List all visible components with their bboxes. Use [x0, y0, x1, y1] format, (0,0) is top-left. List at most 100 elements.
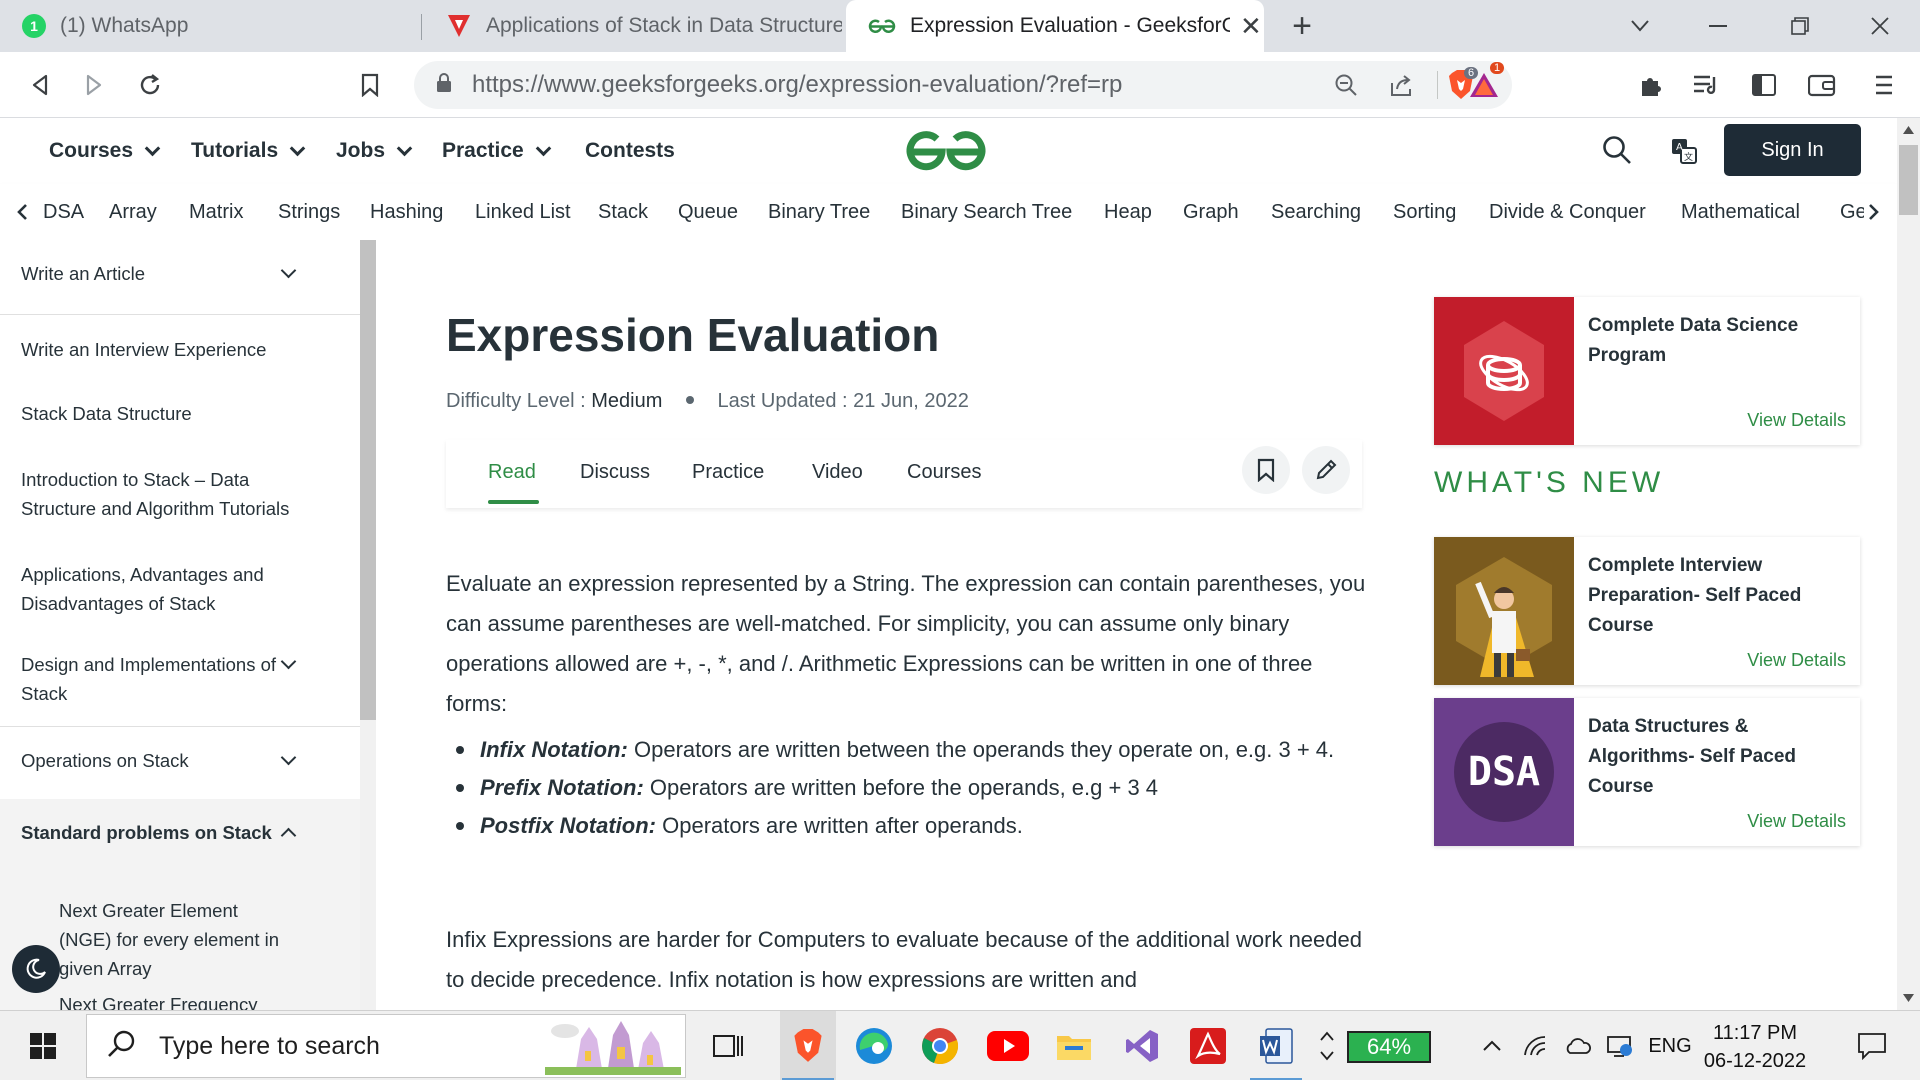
scroll-up-icon[interactable] — [1903, 126, 1914, 134]
topic-graph[interactable]: Graph — [1183, 184, 1239, 240]
zoom-icon[interactable] — [1334, 73, 1358, 102]
sidebar-item-standard-problems[interactable]: Standard problems on Stack — [0, 818, 360, 847]
topic-strings[interactable]: Strings — [278, 184, 340, 240]
page-scrollbar[interactable] — [1897, 118, 1920, 1010]
tab-expression-evaluation[interactable]: Expression Evaluation - GeeksforGeeks ✕ — [846, 0, 1264, 52]
taskbar-file-explorer-icon[interactable] — [1046, 1011, 1102, 1080]
taskbar-visual-studio-icon[interactable] — [1114, 1011, 1170, 1080]
search-icon[interactable] — [1602, 135, 1632, 170]
onedrive-icon[interactable] — [1558, 1011, 1598, 1080]
sidebar-scrollbar-thumb[interactable] — [360, 240, 376, 720]
sidebar-item-interview-experience[interactable]: Write an Interview Experience — [0, 335, 360, 364]
translate-icon[interactable]: A文 — [1671, 138, 1697, 169]
nav-jobs[interactable]: Jobs — [336, 118, 413, 184]
taskbar-brave-icon[interactable] — [780, 1011, 836, 1080]
menu-icon[interactable] — [1862, 52, 1906, 118]
forward-icon[interactable] — [72, 52, 116, 118]
topic-dsa[interactable]: DSA — [43, 184, 84, 240]
show-hidden-icons[interactable] — [1472, 1011, 1512, 1080]
tab-video[interactable]: Video — [812, 440, 863, 504]
close-window-icon[interactable] — [1858, 0, 1902, 52]
sidebar-item-applications-stack[interactable]: Applications, Advantages and Disadvantag… — [0, 560, 360, 618]
tab-read[interactable]: Read — [488, 440, 536, 504]
media-playlist-icon[interactable] — [1684, 52, 1728, 118]
nav-contests[interactable]: Contests — [585, 118, 675, 184]
address-bar[interactable]: https://www.geeksforgeeks.org/expression… — [414, 61, 1512, 109]
course-card-data-science[interactable]: Complete Data Science Program View Detai… — [1434, 297, 1860, 445]
topic-searching[interactable]: Searching — [1271, 184, 1361, 240]
topic-matrix[interactable]: Matrix — [189, 184, 243, 240]
back-icon[interactable] — [18, 52, 62, 118]
taskbar-word-icon[interactable] — [1248, 1011, 1304, 1080]
sidebar-item-next-greater-frequency[interactable]: Next Greater Frequency — [0, 990, 360, 1010]
sign-in-button[interactable]: Sign In — [1724, 124, 1861, 176]
topic-mathematical[interactable]: Mathematical — [1681, 184, 1800, 240]
edit-article-button[interactable] — [1302, 446, 1350, 494]
svg-text:A: A — [1676, 142, 1683, 153]
new-tab-button[interactable]: + — [1280, 0, 1324, 52]
system-clock[interactable]: 11:17 PM 06-12-2022 — [1700, 1019, 1810, 1075]
tab-search-icon[interactable] — [1618, 0, 1662, 52]
gfg-logo-icon[interactable] — [904, 130, 988, 179]
page-scrollbar-thumb[interactable] — [1899, 145, 1918, 215]
bookmark-page-icon[interactable] — [348, 52, 392, 118]
display-icon[interactable] — [1600, 1011, 1640, 1080]
topic-hashing[interactable]: Hashing — [370, 184, 443, 240]
sidebar-item-intro-stack[interactable]: Introduction to Stack – Data Structure a… — [0, 465, 360, 523]
topic-binary-search-tree[interactable]: Binary Search Tree — [901, 184, 1072, 240]
taskbar-chrome-icon[interactable] — [912, 1011, 968, 1080]
notifications-icon[interactable] — [1842, 1011, 1902, 1080]
interview-prep-thumbnail — [1434, 537, 1574, 685]
close-tab-icon[interactable]: ✕ — [1240, 11, 1262, 42]
course-card-interview-prep[interactable]: Complete Interview Preparation- Self Pac… — [1434, 537, 1860, 685]
sidebar-item-design-stack[interactable]: Design and Implementations of Stack — [0, 650, 360, 708]
sidebar-toggle-icon[interactable] — [1742, 52, 1786, 118]
chevron-left-icon[interactable] — [16, 203, 28, 226]
course-card-dsa[interactable]: DSA Data Structures & Algorithms- Self P… — [1434, 698, 1860, 846]
tab-whatsapp[interactable]: 1 (1) WhatsApp — [0, 0, 420, 52]
view-details-link[interactable]: View Details — [1747, 811, 1846, 832]
tab-applications-of-stack[interactable]: Applications of Stack in Data Structure — [424, 0, 842, 52]
windows-start-icon[interactable] — [14, 1011, 72, 1080]
topic-divide-and-conquer[interactable]: Divide & Conquer — [1489, 184, 1646, 240]
taskbar-youtube-icon[interactable] — [980, 1011, 1036, 1080]
minimize-icon[interactable] — [1696, 0, 1740, 52]
sidebar-item-stack-data-structure[interactable]: Stack Data Structure — [0, 399, 360, 428]
sidebar-item-write-article[interactable]: Write an Article — [0, 259, 360, 288]
input-language[interactable]: ENG — [1644, 1011, 1696, 1080]
topic-queue[interactable]: Queue — [678, 184, 738, 240]
bookmark-article-button[interactable] — [1242, 446, 1290, 494]
topic-linked-list[interactable]: Linked List — [475, 184, 571, 240]
extensions-icon[interactable] — [1630, 52, 1674, 118]
battery-indicator[interactable]: 64% — [1347, 1031, 1431, 1063]
restore-icon[interactable] — [1778, 0, 1822, 52]
tab-courses[interactable]: Courses — [907, 440, 981, 504]
tray-scroll-icon[interactable] — [1314, 1011, 1340, 1080]
task-view-icon[interactable] — [702, 1011, 754, 1080]
topic-stack[interactable]: Stack — [598, 184, 648, 240]
data-science-thumbnail — [1434, 297, 1574, 445]
dark-mode-toggle[interactable] — [12, 945, 60, 993]
topic-array[interactable]: Array — [109, 184, 157, 240]
tab-discuss[interactable]: Discuss — [580, 440, 650, 504]
chevron-right-icon[interactable] — [1864, 203, 1880, 226]
wifi-icon[interactable] — [1516, 1011, 1556, 1080]
view-details-link[interactable]: View Details — [1747, 650, 1846, 671]
taskbar-acrobat-icon[interactable] — [1180, 1011, 1236, 1080]
nav-practice[interactable]: Practice — [442, 118, 552, 184]
reload-icon[interactable] — [128, 52, 172, 118]
topic-binary-tree[interactable]: Binary Tree — [768, 184, 870, 240]
topic-heap[interactable]: Heap — [1104, 184, 1152, 240]
share-icon[interactable] — [1388, 73, 1414, 102]
taskbar-search-box[interactable]: Type here to search — [86, 1014, 686, 1078]
tab-practice[interactable]: Practice — [692, 440, 764, 504]
brave-rewards-icon[interactable]: 1 — [1462, 52, 1506, 118]
sidebar-item-operations-stack[interactable]: Operations on Stack — [0, 746, 360, 775]
topic-sorting[interactable]: Sorting — [1393, 184, 1456, 240]
nav-courses[interactable]: Courses — [49, 118, 161, 184]
scroll-down-icon[interactable] — [1903, 994, 1914, 1002]
nav-tutorials[interactable]: Tutorials — [191, 118, 306, 184]
wallet-icon[interactable] — [1800, 52, 1844, 118]
view-details-link[interactable]: View Details — [1747, 410, 1846, 431]
taskbar-edge-icon[interactable] — [846, 1011, 902, 1080]
